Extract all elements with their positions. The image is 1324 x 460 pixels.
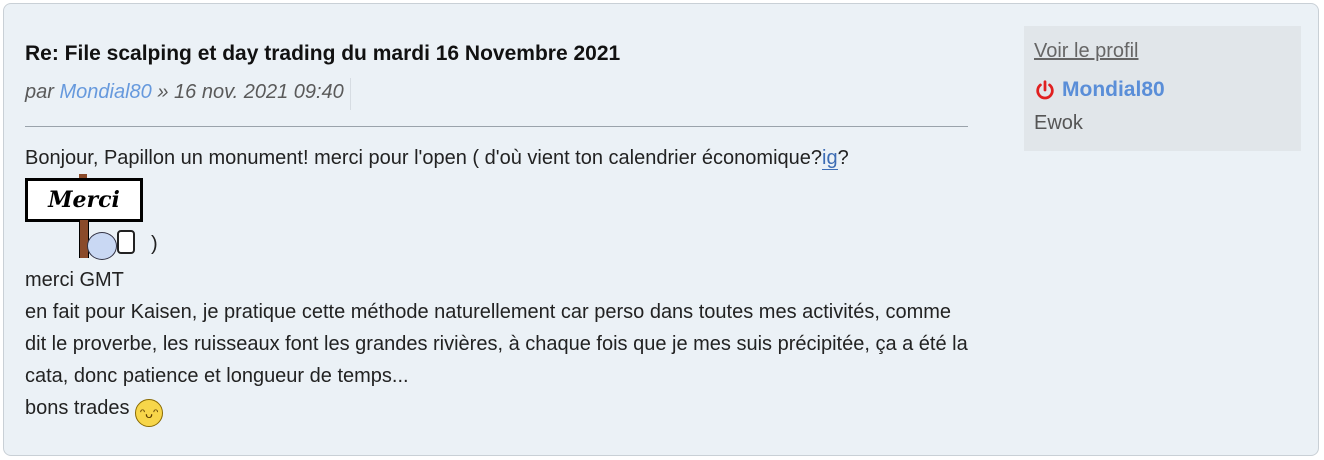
body-paragraph: en fait pour Kaisen, je pratique cette m… xyxy=(25,301,968,387)
profile-username[interactable]: Mondial80 xyxy=(1062,78,1165,102)
power-icon xyxy=(1036,80,1054,100)
divider xyxy=(25,126,968,127)
grinning-emoji-icon: ᵔᴗᵔ xyxy=(135,399,164,427)
forum-post: Re: File scalping et day trading du mard… xyxy=(3,3,1319,456)
post-date: 16 nov. 2021 09:40 xyxy=(174,81,344,103)
merci-smiley-row: Merci ) xyxy=(25,174,970,264)
body-closing: bons trades ᵔᴗᵔ xyxy=(25,392,970,427)
merci-sign: Merci xyxy=(25,178,143,222)
post-content: Bonjour, Papillon un monument! merci pou… xyxy=(25,142,970,427)
closing-paren: ) xyxy=(151,233,158,255)
profile-box: Voir le profil Mondial80 Ewok xyxy=(1024,26,1301,151)
thumbs-up-icon xyxy=(117,230,135,254)
author-link[interactable]: Mondial80 xyxy=(59,81,151,103)
ig-link[interactable]: ig xyxy=(822,147,838,170)
smiley-icon xyxy=(87,232,117,260)
body-line-gmt: merci GMT xyxy=(25,269,124,291)
user-rank: Ewok xyxy=(1034,112,1083,134)
date-separator: » xyxy=(157,81,169,103)
view-profile-link[interactable]: Voir le profil xyxy=(1034,40,1139,63)
post-meta: par Mondial80 » 16 nov. 2021 09:40 xyxy=(25,78,351,110)
profile-user: Mondial80 xyxy=(1034,78,1165,102)
post-title[interactable]: Re: File scalping et day trading du mard… xyxy=(25,42,620,66)
body-line-1: Bonjour, Papillon un monument! merci pou… xyxy=(25,147,849,170)
by-prefix: par xyxy=(25,81,54,103)
